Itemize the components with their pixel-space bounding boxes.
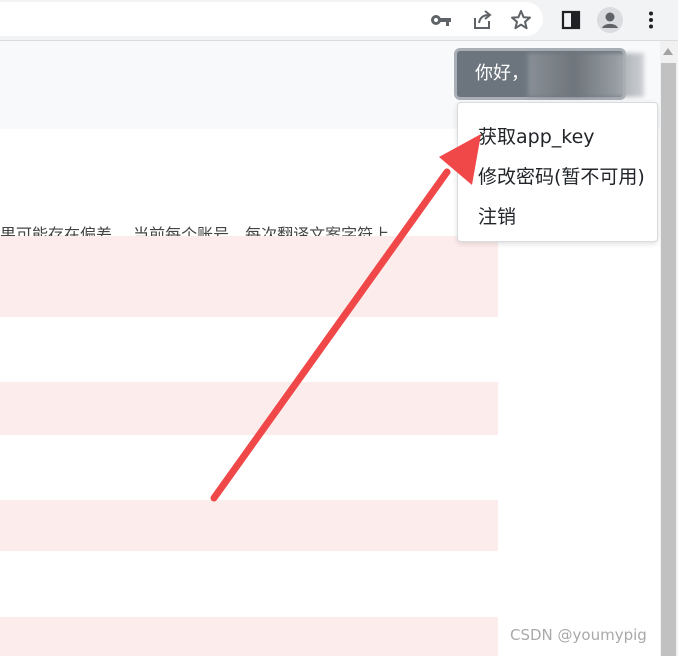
menu-item-get-app-key[interactable]: 获取app_key [478, 122, 595, 149]
user-dropdown-menu: 获取app_key 修改密码(暂不可用) 注销 [457, 102, 658, 242]
vertical-scrollbar[interactable] [660, 41, 678, 656]
table-row-stripe [0, 236, 498, 317]
table-row-stripe [0, 500, 498, 551]
side-panel-icon[interactable] [558, 7, 584, 33]
key-icon[interactable] [428, 7, 454, 33]
menu-item-change-password[interactable]: 修改密码(暂不可用) [478, 162, 645, 189]
menu-item-logout[interactable]: 注销 [478, 202, 516, 229]
address-bar[interactable] [0, 2, 543, 36]
blurred-username [528, 53, 644, 97]
table-row-stripe [0, 617, 498, 656]
scroll-thumb[interactable] [661, 63, 676, 656]
watermark: CSDN @youmypig [510, 626, 647, 644]
greeting-label: 你好， [475, 63, 529, 84]
scroll-up-arrow-icon[interactable] [663, 48, 673, 55]
profile-icon[interactable] [597, 7, 623, 33]
table-row-stripe [0, 382, 498, 435]
browser-toolbar [0, 0, 678, 41]
star-icon[interactable] [508, 7, 534, 33]
share-icon[interactable] [469, 7, 495, 33]
more-icon[interactable] [638, 7, 664, 33]
